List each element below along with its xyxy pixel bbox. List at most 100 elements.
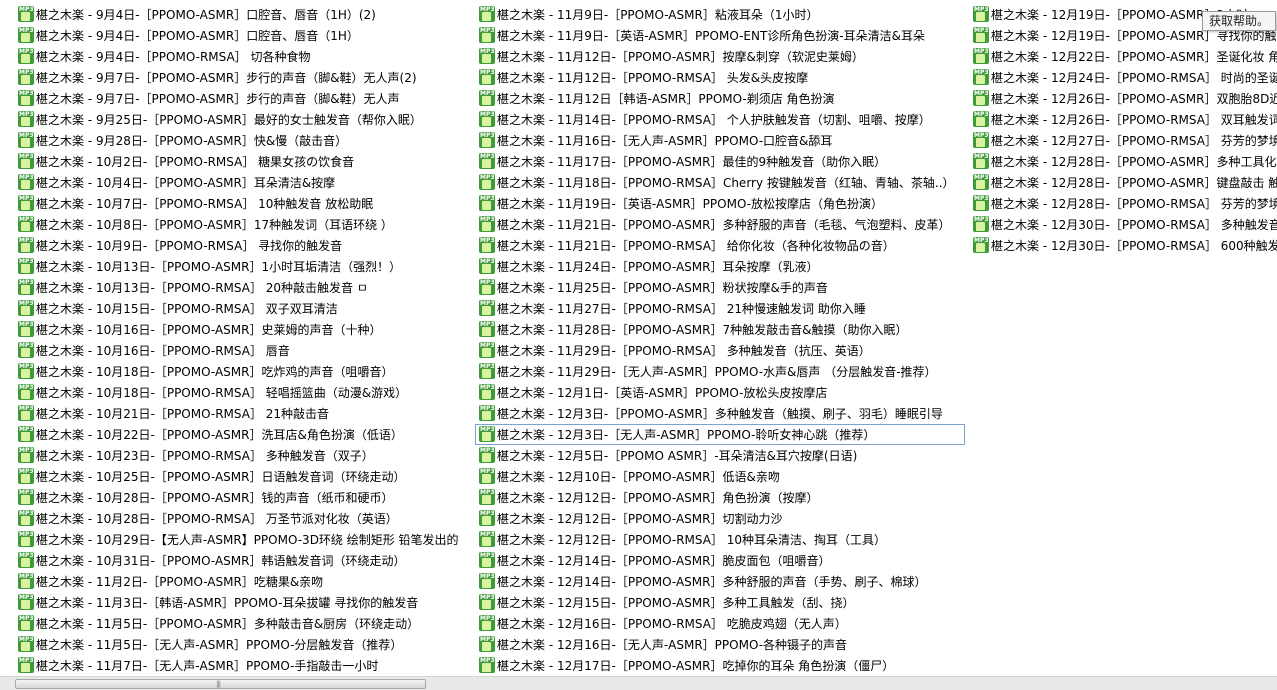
file-item[interactable]: MP3 椹之木楽 - 10月29日-【无人声-ASMR】PPOMO-3D环绕 绘制…: [14, 529, 472, 550]
mp3-file-icon: MP3: [18, 69, 34, 85]
file-item[interactable]: MP3 椹之木楽 - 12月14日-［PPOMO-ASMR］脆皮面包（咀嚼音）: [475, 550, 965, 571]
file-item[interactable]: MP3 椹之木楽 - 12月14日-［PPOMO-ASMR］多种舒服的声音（手势、…: [475, 571, 965, 592]
file-item[interactable]: MP3 椹之木楽 - 10月22日-［PPOMO-ASMR］洗耳店&角色扮演（低语…: [14, 424, 472, 445]
file-item[interactable]: MP3 椹之木楽 - 10月16日-［PPOMO-RMSA］ 唇音: [14, 340, 472, 361]
file-name: 椹之木楽 - 11月7日-［无人声-ASMR］PPOMO-手指敲击一小时: [36, 659, 379, 673]
file-name: 椹之木楽 - 9月4日-［PPOMO-ASMR］口腔音、唇音（1H）(2): [36, 8, 376, 22]
file-item[interactable]: MP3 椹之木楽 - 11月16日-［无人声-ASMR］PPOMO-口腔音&舔耳: [475, 130, 965, 151]
file-item[interactable]: MP3 椹之木楽 - 10月16日-［PPOMO-ASMR］史莱姆的声音（十种）: [14, 319, 472, 340]
file-item[interactable]: MP3 椹之木楽 - 12月16日-［无人声-ASMR］PPOMO-各种镊子的声音: [475, 634, 965, 655]
file-item[interactable]: MP3 椹之木楽 - 10月13日-［PPOMO-RMSA］ 20种敲击触发音 ㅁ: [14, 277, 472, 298]
file-item[interactable]: MP3 椹之木楽 - 12月27日-［PPOMO-RMSA］ 芬芳的梦境: [969, 130, 1277, 151]
file-item[interactable]: MP3 椹之木楽 - 10月31日-［PPOMO-ASMR］韩语触发音词（环绕走动…: [14, 550, 472, 571]
mp3-file-icon: MP3: [479, 405, 495, 421]
file-item[interactable]: MP3 椹之木楽 - 11月2日-［PPOMO-ASMR］吃糖果&亲吻: [14, 571, 472, 592]
scrollbar-thumb[interactable]: |||: [15, 679, 426, 689]
file-item[interactable]: MP3 椹之木楽 - 11月29日-［无人声-ASMR］PPOMO-水声&唇声 （…: [475, 361, 965, 382]
file-item[interactable]: MP3 椹之木楽 - 10月15日-［PPOMO-RMSA］ 双子双耳清洁: [14, 298, 472, 319]
file-name: 椹之木楽 - 10月7日-［PPOMO-RMSA］ 10种触发音 放松助眠: [36, 197, 374, 211]
file-list-view[interactable]: MP3 椹之木楽 - 9月4日-［PPOMO-ASMR］口腔音、唇音（1H）(2)…: [0, 0, 1277, 676]
file-item[interactable]: MP3 椹之木楽 - 11月5日-［PPOMO-ASMR］多种敲击音&厨房（环绕走…: [14, 613, 472, 634]
file-item[interactable]: MP3 椹之木楽 - 12月12日-［PPOMO-ASMR］角色扮演（按摩）: [475, 487, 965, 508]
file-item[interactable]: MP3 椹之木楽 - 10月18日-［PPOMO-RMSA］ 轻唱摇篮曲（动漫&游…: [14, 382, 472, 403]
file-name: 椹之木楽 - 11月12日-［PPOMO-ASMR］按摩&刺穿（软泥史莱姆）: [497, 50, 864, 64]
file-item[interactable]: MP3 椹之木楽 - 9月28日-［PPOMO-ASMR］快&慢（敲击音）: [14, 130, 472, 151]
file-item[interactable]: MP3 椹之木楽 - 12月26日-［PPOMO-RMSA］ 双耳触发词: [969, 109, 1277, 130]
file-name: 椹之木楽 - 12月28日-［PPOMO-ASMR］键盘敲击 触发: [991, 176, 1277, 190]
file-item[interactable]: MP3 椹之木楽 - 10月13日-［PPOMO-ASMR］1小时耳垢清洁（强烈！…: [14, 256, 472, 277]
file-item[interactable]: MP3 椹之木楽 - 11月21日-［PPOMO-RMSA］ 给你化妆（各种化妆物…: [475, 235, 965, 256]
file-item[interactable]: MP3 椹之木楽 - 10月25日-［PPOMO-ASMR］日语触发音词（环绕走动…: [14, 466, 472, 487]
file-item[interactable]: MP3 椹之木楽 - 12月30日-［PPOMO-RMSA］ 600种触发音: [969, 235, 1277, 256]
file-name: 椹之木楽 - 12月1日-［英语-ASMR］PPOMO-放松头皮按摩店: [497, 386, 828, 400]
file-item[interactable]: MP3 椹之木楽 - 11月9日-［英语-ASMR］PPOMO-ENT诊所角色扮演…: [475, 25, 965, 46]
file-item[interactable]: MP3 椹之木楽 - 11月18日-［PPOMO-RMSA］Cherry 按键触发…: [475, 172, 965, 193]
file-item[interactable]: MP3 椹之木楽 - 12月26日-［PPOMO-ASMR］双胞胎8D近: [969, 88, 1277, 109]
file-item[interactable]: MP3 椹之木楽 - 9月4日-［PPOMO-ASMR］口腔音、唇音（1H）(2): [14, 4, 472, 25]
file-item[interactable]: MP3 椹之木楽 - 10月8日-［PPOMO-ASMR］17种触发词（耳语环绕 …: [14, 214, 472, 235]
file-name: 椹之木楽 - 11月19日-［英语-ASMR］PPOMO-放松按摩店（角色扮演）: [497, 197, 884, 211]
file-name: 椹之木楽 - 10月25日-［PPOMO-ASMR］日语触发音词（环绕走动）: [36, 470, 406, 484]
file-item[interactable]: MP3 椹之木楽 - 10月28日-［PPOMO-RMSA］ 万圣节派对化妆（英语…: [14, 508, 472, 529]
file-name: 椹之木楽 - 12月12日-［PPOMO-ASMR］角色扮演（按摩）: [497, 491, 819, 505]
file-item[interactable]: MP3 椹之木楽 - 9月7日-［PPOMO-ASMR］步行的声音（脚&鞋）无人声: [14, 88, 472, 109]
file-item[interactable]: MP3 椹之木楽 - 11月14日-［PPOMO-RMSA］ 个人护肤触发音（切割…: [475, 109, 965, 130]
file-item[interactable]: MP3 椹之木楽 - 12月12日-［PPOMO-ASMR］切割动力沙: [475, 508, 965, 529]
file-item[interactable]: MP3 椹之木楽 - 9月4日-［PPOMO-RMSA］ 切各种食物: [14, 46, 472, 67]
file-item[interactable]: MP3 椹之木楽 - 12月15日-［PPOMO-ASMR］多种工具触发（刮、挠）: [475, 592, 965, 613]
file-item[interactable]: MP3 椹之木楽 - 12月28日-［PPOMO-ASMR］键盘敲击 触发: [969, 172, 1277, 193]
file-item[interactable]: MP3 椹之木楽 - 10月7日-［PPOMO-RMSA］ 10种触发音 放松助眠: [14, 193, 472, 214]
file-item[interactable]: MP3 椹之木楽 - 11月19日-［英语-ASMR］PPOMO-放松按摩店（角色…: [475, 193, 965, 214]
file-item[interactable]: MP3 椹之木楽 - 10月23日-［PPOMO-RMSA］ 多种触发音（双子）: [14, 445, 472, 466]
file-item[interactable]: MP3 椹之木楽 - 11月5日-［无人声-ASMR］PPOMO-分层触发音（推荐…: [14, 634, 472, 655]
file-item[interactable]: MP3 椹之木楽 - 11月12日-［PPOMO-RMSA］ 头发&头皮按摩: [475, 67, 965, 88]
file-item[interactable]: MP3 椹之木楽 - 10月18日-［PPOMO-ASMR］吃炸鸡的声音（咀嚼音）: [14, 361, 472, 382]
mp3-file-icon: MP3: [18, 405, 34, 421]
file-name: 椹之木楽 - 11月17日-［PPOMO-ASMR］最佳的9种触发音（助你入眠）: [497, 155, 887, 169]
file-item[interactable]: MP3 椹之木楽 - 10月21日-［PPOMO-RMSA］ 21种敲击音: [14, 403, 472, 424]
file-item[interactable]: MP3 椹之木楽 - 12月10日-［PPOMO-ASMR］低语&亲吻: [475, 466, 965, 487]
file-name: 椹之木楽 - 11月14日-［PPOMO-RMSA］ 个人护肤触发音（切割、咀嚼…: [497, 113, 931, 127]
file-item[interactable]: MP3 椹之木楽 - 12月5日-［PPOMO ASMR］-耳朵清洁&耳穴按摩(日…: [475, 445, 965, 466]
file-item[interactable]: MP3 椹之木楽 - 12月3日-［PPOMO-ASMR］多种触发音（触摸、刷子、…: [475, 403, 965, 424]
file-item[interactable]: MP3 椹之木楽 - 11月29日-［PPOMO-RMSA］ 多种触发音（抗压、英…: [475, 340, 965, 361]
file-name: 椹之木楽 - 12月12日-［PPOMO-ASMR］切割动力沙: [497, 512, 783, 526]
horizontal-scrollbar[interactable]: |||: [0, 676, 1277, 690]
file-name: 椹之木楽 - 12月16日-［PPOMO-RMSA］ 吃脆皮鸡翅（无人声）: [497, 617, 847, 631]
file-item[interactable]: MP3 椹之木楽 - 11月27日-［PPOMO-RMSA］ 21种慢速触发词 助…: [475, 298, 965, 319]
file-item[interactable]: MP3 椹之木楽 - 10月2日-［PPOMO-RMSA］ 糖果女孩の饮食音: [14, 151, 472, 172]
file-item[interactable]: MP3 椹之木楽 - 9月7日-［PPOMO-ASMR］步行的声音（脚&鞋）无人声…: [14, 67, 472, 88]
file-item[interactable]: MP3 椹之木楽 - 12月17日-［PPOMO-ASMR］吃掉你的耳朵 角色扮演…: [475, 655, 965, 676]
file-name: 椹之木楽 - 10月18日-［PPOMO-RMSA］ 轻唱摇篮曲（动漫&游戏）: [36, 386, 408, 400]
file-item[interactable]: MP3 椹之木楽 - 12月28日-［PPOMO-ASMR］多种工具化妆: [969, 151, 1277, 172]
file-item[interactable]: MP3 椹之木楽 - 10月4日-［PPOMO-ASMR］耳朵清洁&按摩: [14, 172, 472, 193]
file-item[interactable]: MP3 椹之木楽 - 9月4日-［PPOMO-ASMR］口腔音、唇音（1H）: [14, 25, 472, 46]
file-item[interactable]: MP3 椹之木楽 - 11月28日-［PPOMO-ASMR］7种触发敲击音&触摸（…: [475, 319, 965, 340]
file-item[interactable]: MP3 椹之木楽 - 12月28日-［PPOMO-RMSA］ 芬芳的梦境: [969, 193, 1277, 214]
file-item[interactable]: MP3 椹之木楽 - 11月9日-［PPOMO-ASMR］粘液耳朵（1小时）: [475, 4, 965, 25]
mp3-file-icon: MP3: [479, 174, 495, 190]
file-item[interactable]: MP3 椹之木楽 - 9月25日-［PPOMO-ASMR］最好的女士触发音（帮你入…: [14, 109, 472, 130]
file-item[interactable]: MP3 椹之木楽 - 10月9日-［PPOMO-RMSA］ 寻找你的触发音: [14, 235, 472, 256]
file-item[interactable]: MP3 椹之木楽 - 12月1日-［英语-ASMR］PPOMO-放松头皮按摩店: [475, 382, 965, 403]
file-item[interactable]: MP3 椹之木楽 - 11月17日-［PPOMO-ASMR］最佳的9种触发音（助你…: [475, 151, 965, 172]
file-item[interactable]: MP3 椹之木楽 - 11月3日-［韩语-ASMR］PPOMO-耳朵拔罐 寻找你的…: [14, 592, 472, 613]
file-item[interactable]: MP3 椹之木楽 - 10月28日-［PPOMO-ASMR］钱的声音（纸币和硬币）: [14, 487, 472, 508]
file-name: 椹之木楽 - 10月8日-［PPOMO-ASMR］17种触发词（耳语环绕 ）: [36, 218, 393, 232]
file-item[interactable]: MP3 椹之木楽 - 12月30日-［PPOMO-RMSA］ 多种触发音: [969, 214, 1277, 235]
file-item[interactable]: MP3 椹之木楽 - 11月25日-［PPOMO-ASMR］粉状按摩&手的声音: [475, 277, 965, 298]
file-item[interactable]: MP3 椹之木楽 - 11月7日-［无人声-ASMR］PPOMO-手指敲击一小时: [14, 655, 472, 676]
file-item[interactable]: MP3 椹之木楽 - 12月16日-［PPOMO-RMSA］ 吃脆皮鸡翅（无人声）: [475, 613, 965, 634]
file-item[interactable]: MP3 椹之木楽 - 12月12日-［PPOMO-RMSA］ 10种耳朵清洁、掏耳…: [475, 529, 965, 550]
file-name: 椹之木楽 - 10月29日-【无人声-ASMR】PPOMO-3D环绕 绘制矩形 …: [36, 533, 459, 547]
file-item[interactable]: MP3 椹之木楽 - 11月24日-［PPOMO-ASMR］耳朵按摩（乳液）: [475, 256, 965, 277]
file-item[interactable]: MP3 椹之木楽 - 12月24日-［PPOMO-RMSA］ 时尚的圣诞: [969, 67, 1277, 88]
mp3-file-icon: MP3: [479, 69, 495, 85]
file-column-2: MP3 椹之木楽 - 11月9日-［PPOMO-ASMR］粘液耳朵（1小时） MP3…: [475, 4, 965, 676]
file-item[interactable]: MP3 椹之木楽 - 12月3日-［无人声-ASMR］PPOMO-聆听女神心跳（推…: [475, 424, 965, 445]
file-name: 椹之木楽 - 11月25日-［PPOMO-ASMR］粉状按摩&手的声音: [497, 281, 828, 295]
file-item[interactable]: MP3 椹之木楽 - 11月21日-［PPOMO-ASMR］多种舒服的声音（毛毯、…: [475, 214, 965, 235]
file-item[interactable]: MP3椹之木楽 - 12月22日-［PPOMO-ASMR］圣诞化妆 角色扮演: [969, 46, 1277, 67]
file-item[interactable]: MP3 椹之木楽 - 11月12日-［PPOMO-ASMR］按摩&刺穿（软泥史莱姆…: [475, 46, 965, 67]
file-item[interactable]: MP3 椹之木楽 - 11月12日［韩语-ASMR］PPOMO-剃须店 角色扮演: [475, 88, 965, 109]
